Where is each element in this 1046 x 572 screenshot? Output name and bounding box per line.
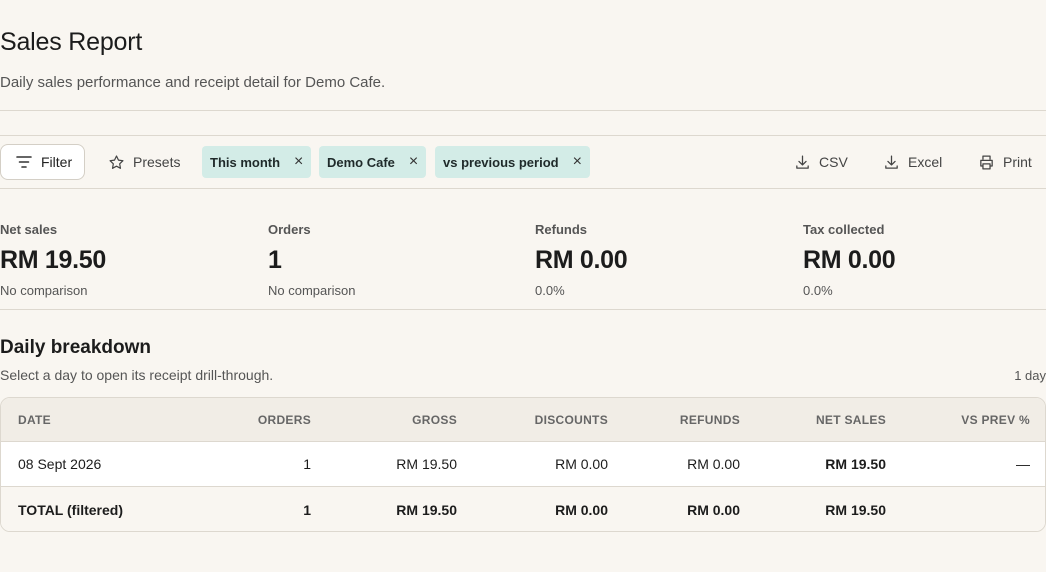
kpi-orders: Orders 1 No comparison	[268, 222, 355, 298]
print-button[interactable]: Print	[977, 144, 1032, 180]
day-count: 1 day	[1014, 368, 1046, 383]
column-header-refunds[interactable]: REFUNDS	[628, 398, 740, 441]
filter-toolbar: Filter Presets This month × Demo Cafe × …	[0, 136, 1046, 188]
sales-report-page: Sales Report Daily sales performance and…	[0, 0, 1046, 572]
column-header-discounts[interactable]: DISCOUNTS	[477, 398, 608, 441]
kpi-label: Orders	[268, 222, 311, 237]
column-header-date[interactable]: DATE	[18, 398, 198, 441]
total-vs-prev	[906, 487, 1030, 531]
cell-refunds: RM 0.00	[687, 456, 740, 472]
filter-chip-this-month: This month ×	[202, 146, 312, 178]
cell-net-sales: RM 19.50	[825, 456, 886, 472]
kpi-note: No comparison	[0, 283, 88, 298]
total-orders: 1	[303, 501, 311, 518]
kpi-label: Refunds	[535, 222, 587, 237]
star-icon	[107, 153, 125, 171]
presets-button-label: Presets	[133, 154, 181, 170]
filter-button[interactable]: Filter	[0, 144, 85, 180]
total-refunds: RM 0.00	[687, 501, 740, 518]
chip-remove-icon[interactable]: ×	[573, 154, 582, 170]
divider	[0, 309, 1046, 310]
table-header-row: DATE ORDERS GROSS DISCOUNTS REFUNDS NET …	[1, 398, 1045, 442]
total-gross: RM 19.50	[396, 501, 457, 518]
filter-chip-vs-previous-period: vs previous period ×	[435, 146, 590, 178]
kpi-value: RM 0.00	[803, 246, 896, 274]
total-discounts: RM 0.00	[555, 501, 608, 518]
divider	[0, 110, 1046, 111]
chip-remove-icon[interactable]: ×	[294, 154, 303, 170]
kpi-note: 0.0%	[535, 283, 565, 298]
cell-gross: RM 19.50	[396, 456, 457, 472]
kpi-refunds: Refunds RM 0.00 0.0%	[535, 222, 628, 298]
excel-label: Excel	[908, 154, 943, 170]
column-header-gross[interactable]: GROSS	[331, 398, 457, 441]
csv-label: CSV	[819, 154, 848, 170]
kpi-note: 0.0%	[803, 283, 833, 298]
chip-label: vs previous period	[443, 154, 559, 170]
kpi-net-sales: Net sales RM 19.50 No comparison	[0, 222, 106, 298]
filter-button-label: Filter	[41, 154, 73, 170]
download-icon	[793, 153, 811, 171]
page-title: Sales Report	[0, 28, 143, 56]
print-label: Print	[1003, 154, 1032, 170]
chip-label: This month	[210, 154, 281, 170]
export-excel-button[interactable]: Excel	[882, 144, 942, 180]
daily-breakdown-table: DATE ORDERS GROSS DISCOUNTS REFUNDS NET …	[0, 397, 1046, 532]
cell-vs-prev: —	[1016, 456, 1030, 472]
filter-chip-demo-cafe: Demo Cafe ×	[319, 146, 427, 178]
section-subtitle: Select a day to open its receipt drill-t…	[0, 367, 274, 383]
total-net-sales: RM 19.50	[825, 501, 886, 518]
chip-remove-icon[interactable]: ×	[409, 154, 418, 170]
download-icon	[882, 153, 900, 171]
kpi-label: Net sales	[0, 222, 58, 237]
section-title: Daily breakdown	[0, 337, 151, 358]
cell-discounts: RM 0.00	[555, 456, 608, 472]
export-csv-button[interactable]: CSV	[793, 144, 848, 180]
column-header-net-sales[interactable]: NET SALES	[760, 398, 886, 441]
page-subtitle: Daily sales performance and receipt deta…	[0, 74, 386, 91]
printer-icon	[977, 153, 995, 171]
kpi-label: Tax collected	[803, 222, 885, 237]
column-header-vs-prev[interactable]: VS PREV %	[906, 398, 1030, 441]
column-header-orders[interactable]: ORDERS	[211, 398, 311, 441]
total-label: TOTAL (filtered)	[18, 501, 123, 518]
table-total-row: TOTAL (filtered) 1 RM 19.50 RM 0.00 RM 0…	[1, 487, 1045, 531]
kpi-note: No comparison	[268, 283, 356, 298]
kpi-tax-collected: Tax collected RM 0.00 0.0%	[803, 222, 896, 298]
kpi-value: RM 0.00	[535, 246, 628, 274]
table-row[interactable]: 08 Sept 2026 1 RM 19.50 RM 0.00 RM 0.00 …	[1, 442, 1045, 487]
divider	[0, 188, 1046, 189]
kpi-value: 1	[268, 246, 282, 274]
filter-lines-icon	[15, 153, 33, 171]
presets-button[interactable]: Presets	[107, 144, 180, 180]
kpi-value: RM 19.50	[0, 246, 106, 274]
cell-orders: 1	[303, 456, 311, 472]
cell-date: 08 Sept 2026	[18, 456, 102, 472]
chip-label: Demo Cafe	[327, 154, 395, 170]
